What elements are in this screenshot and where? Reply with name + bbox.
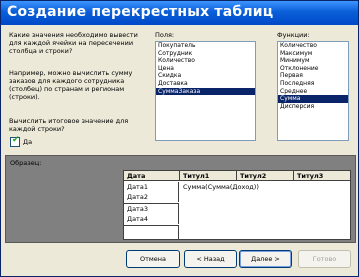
sample-sum-cell: Сумма(Сумма(Доход)): [183, 183, 259, 191]
row-summary-checkbox[interactable]: ✔: [10, 135, 20, 147]
sample-header-col3: Титул3: [294, 171, 350, 181]
fields-list-item[interactable]: СуммаЗаказа: [156, 87, 255, 96]
cancel-button[interactable]: Отмена: [126, 250, 180, 268]
crosstab-wizard-window: Создание перекрестных таблиц Какие значе…: [0, 0, 359, 277]
functions-list-item[interactable]: Максимум: [278, 50, 348, 58]
fields-list-item[interactable]: Сотрудник: [156, 50, 255, 58]
functions-list-item[interactable]: Среднее: [278, 88, 348, 96]
row-summary-question: Вычислить итоговое значение для каждой с…: [9, 117, 129, 133]
sample-table: Дата Титул1 Титул2 Титул3 Дата1 Дата2 Да…: [123, 170, 351, 240]
functions-list-item[interactable]: Сумма: [278, 95, 348, 103]
checkmark-icon: ✔: [12, 135, 20, 145]
sample-row: Дата4: [124, 214, 179, 224]
finish-button[interactable]: Готово: [298, 250, 351, 268]
fields-list-item[interactable]: Количество: [156, 57, 255, 65]
sample-header-row-field: Дата: [124, 171, 180, 181]
window-title: Создание перекрестных таблиц: [7, 4, 274, 20]
row-summary-checkbox-label[interactable]: Да: [23, 138, 32, 146]
functions-list-item[interactable]: Первая: [278, 72, 348, 80]
sample-row-empty: [124, 226, 179, 239]
sample-row: Дата3: [124, 204, 179, 214]
functions-list-item[interactable]: Последняя: [278, 80, 348, 88]
next-button[interactable]: Далее >: [239, 250, 292, 268]
fields-list-item[interactable]: Покупатель: [156, 42, 255, 50]
title-bar: Создание перекрестных таблиц: [1, 1, 358, 25]
fields-list-item[interactable]: Скидка: [156, 72, 255, 80]
functions-list-item[interactable]: Количество: [278, 42, 348, 50]
sample-label: Образец:: [10, 159, 42, 167]
fields-list-item[interactable]: Цена: [156, 65, 255, 73]
question-values-text: Какие значения необходимо вывести для ка…: [9, 31, 138, 55]
example-text: Например, можно вычислить сумму заказов …: [9, 69, 133, 101]
functions-list-item[interactable]: Отклонение: [278, 65, 348, 73]
fields-listbox[interactable]: Покупатель Сотрудник Количество Цена Скидка Д…: [155, 41, 256, 141]
sample-header-col1: Титул1: [180, 171, 237, 181]
sample-header-col2: Титул2: [237, 171, 294, 181]
sample-panel: Образец: Дата Титул1 Титул2 Титул3 Дата1…: [5, 155, 356, 243]
sample-row: Дата1: [124, 182, 179, 192]
back-button[interactable]: < Назад: [184, 250, 237, 268]
sample-row: Дата2: [124, 192, 179, 202]
functions-list-item[interactable]: Минимум: [278, 57, 348, 65]
functions-listbox[interactable]: Количество Максимум Минимум Отклонение Перва…: [277, 41, 349, 141]
functions-list-item[interactable]: Дисперсия: [278, 103, 348, 111]
fields-list-item[interactable]: Доставка: [156, 80, 255, 88]
fields-label: Поля:: [155, 31, 175, 39]
functions-label: Функции:: [277, 31, 310, 39]
